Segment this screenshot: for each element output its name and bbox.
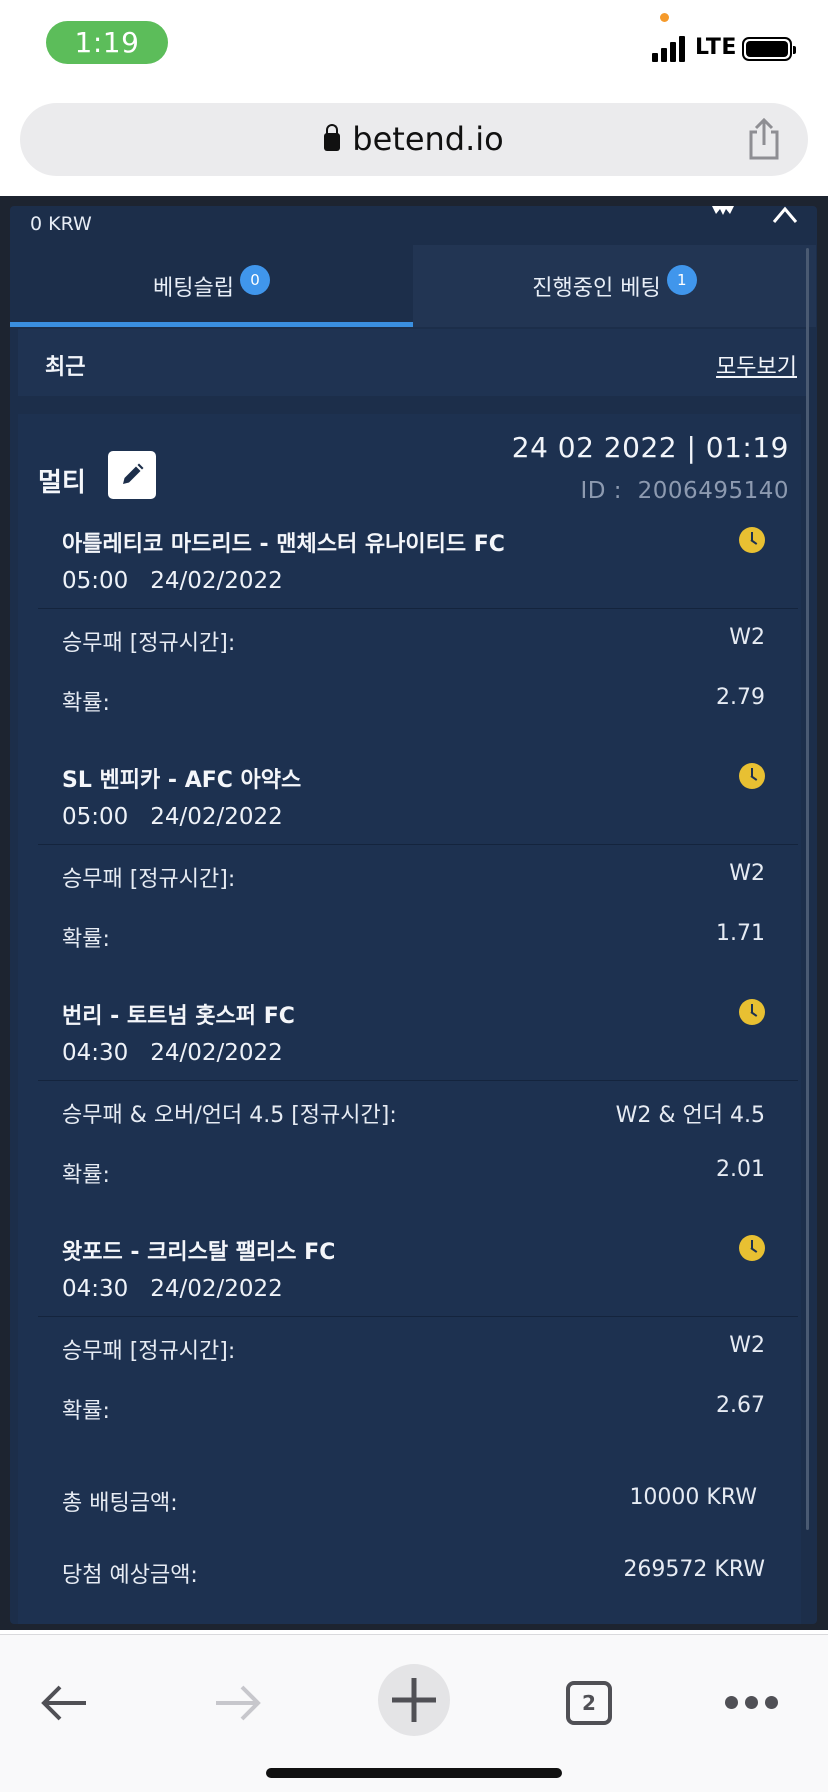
total-stake-value: 10000 KRW [629,1485,757,1510]
more-icon[interactable] [725,1696,779,1710]
tab-betslip[interactable]: 베팅슬립 0 [10,245,413,327]
odds-label: 확률: [62,1163,110,1188]
screen: 1:19 LTE betend.io 0 KRW 베팅슬립 0 진행중인 베팅 … [0,0,828,1792]
event-time: 04:30 [62,1276,129,1302]
total-stake-label: 총 배팅금액: [62,1491,178,1516]
market-label: 승무패 [정규시간]: [62,1339,236,1364]
bet-type-label: 멀티 [38,468,86,498]
address-bar[interactable]: betend.io [20,103,808,176]
clock-icon [739,1235,765,1261]
market-label: 승무패 [정규시간]: [62,631,236,656]
event-title: 왓포드 - 크리스탈 팰리스 FC [62,1240,336,1265]
divider [38,1316,798,1317]
divider [38,844,798,845]
odds-label: 확률: [62,691,110,716]
gear-icon[interactable] [710,206,736,218]
event-title: SL 벤피카 - AFC 아약스 [62,768,302,793]
tab-open-bets-label: 진행중인 베팅 [532,276,661,301]
recent-header: 최근 모두보기 [18,329,809,396]
edit-button[interactable] [108,451,156,499]
event-datetime: 04:30 24/02/2022 [62,1276,283,1302]
event-title: 아틀레티코 마드리드 - 맨체스터 유나이티드 FC [62,532,505,557]
new-tab-button[interactable] [378,1664,450,1736]
odds-value: 2.67 [716,1393,765,1418]
status-bar: 1:19 LTE [0,0,828,96]
tab-betslip-label: 베팅슬립 [153,276,234,301]
event-date: 24/02/2022 [150,1276,283,1302]
bet-card: 멀티 24 02 2022 | 01:19 ID : 2006495140 아틀… [18,414,801,1624]
balance: 0 KRW [30,213,92,235]
network-label: LTE [695,35,737,60]
clock-icon [739,999,765,1025]
event-date: 24/02/2022 [150,568,283,594]
pencil-icon [123,463,144,484]
privacy-indicator-dot [660,13,669,22]
battery-icon [742,37,796,61]
market-label: 승무패 & 오버/언더 4.5 [정규시간]: [62,1103,397,1128]
market-value: W2 [729,625,765,650]
event-title: 번리 - 토트넘 홋스퍼 FC [62,1004,295,1029]
odds-value: 2.79 [716,685,765,710]
event-time: 04:30 [62,1040,129,1066]
status-time[interactable]: 1:19 [46,21,168,64]
betslip-tabs: 베팅슬립 0 진행중인 베팅 1 [10,245,817,327]
odds-label: 확률: [62,927,110,952]
close-icon[interactable] [770,206,800,224]
share-icon[interactable] [744,118,784,160]
clock-icon [739,763,765,789]
divider [38,608,798,609]
odds-label: 확률: [62,1399,110,1424]
market-value: W2 [729,861,765,886]
bet-id-value: 2006495140 [637,478,789,504]
scrollbar[interactable] [806,248,809,1530]
plus-icon [392,1678,436,1722]
event-datetime: 04:30 24/02/2022 [62,1040,283,1066]
forward-arrow-icon[interactable] [210,1675,266,1731]
lock-icon [324,124,341,151]
odds-value: 2.01 [716,1157,765,1182]
odds-value: 1.71 [716,921,765,946]
clock-icon [739,527,765,553]
market-label: 승무패 [정규시간]: [62,867,236,892]
potential-win-value: 269572 KRW [623,1557,765,1582]
event-date: 24/02/2022 [150,804,283,830]
home-indicator [266,1768,562,1778]
active-tab-indicator [10,322,413,327]
event-time: 05:00 [62,568,129,594]
divider [38,1080,798,1081]
event-date: 24/02/2022 [150,1040,283,1066]
bet-id: ID : 2006495140 [580,478,789,504]
betslip-panel: 0 KRW 베팅슬립 0 진행중인 베팅 1 최근 모두보기 멀티 24 02 … [10,206,817,1624]
tabs-button[interactable]: 2 [566,1681,612,1725]
browser-toolbar: 2 [0,1634,828,1792]
tab-open-bets[interactable]: 진행중인 베팅 1 [413,245,816,327]
back-arrow-icon[interactable] [36,1675,92,1731]
url-text: betend.io [352,120,504,158]
event-datetime: 05:00 24/02/2022 [62,568,283,594]
event-time: 05:00 [62,804,129,830]
tab-betslip-badge: 0 [239,265,270,295]
market-value: W2 [729,1333,765,1358]
recent-label: 최근 [45,355,86,380]
view-all-link[interactable]: 모두보기 [716,349,797,381]
bet-id-label: ID : [580,478,623,504]
tab-open-bets-badge: 1 [666,265,697,295]
potential-win-label: 당첨 예상금액: [62,1563,198,1588]
signal-icon [652,34,690,62]
event-datetime: 05:00 24/02/2022 [62,804,283,830]
market-value: W2 & 언더 4.5 [615,1103,765,1128]
bet-datetime: 24 02 2022 | 01:19 [511,431,789,464]
